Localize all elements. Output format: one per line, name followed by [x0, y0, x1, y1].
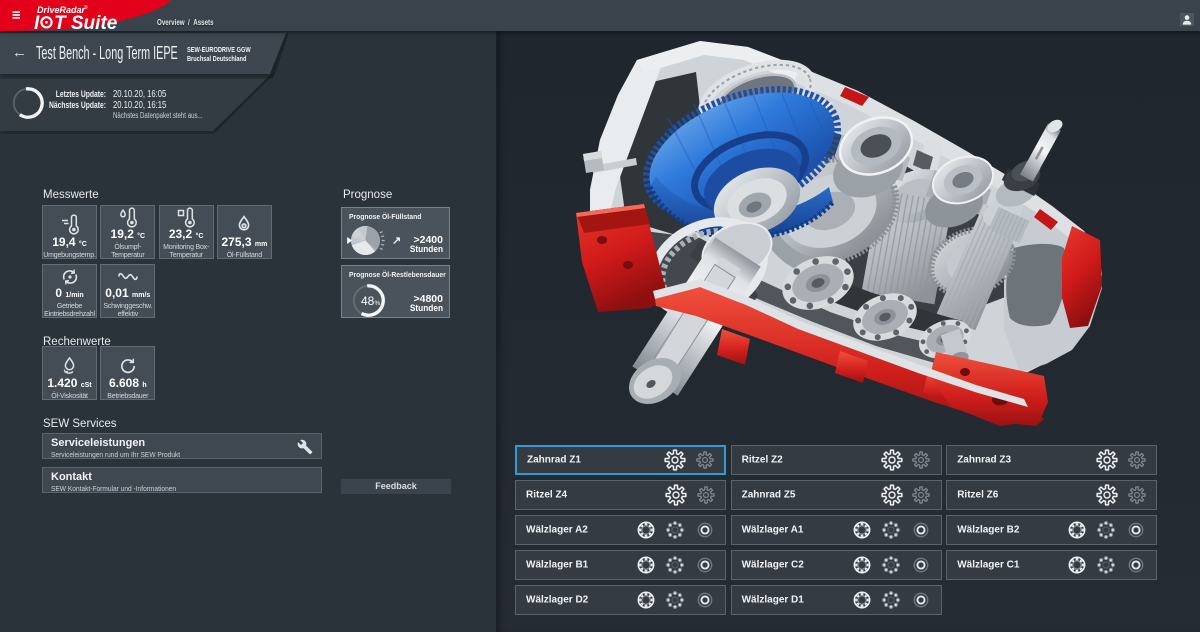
svg-text:T Suite: T Suite [54, 13, 118, 34]
svg-text:I: I [34, 13, 40, 34]
svg-text:48: 48 [361, 294, 375, 308]
svg-text:®: ® [84, 4, 88, 11]
svg-text:%: % [374, 300, 380, 307]
